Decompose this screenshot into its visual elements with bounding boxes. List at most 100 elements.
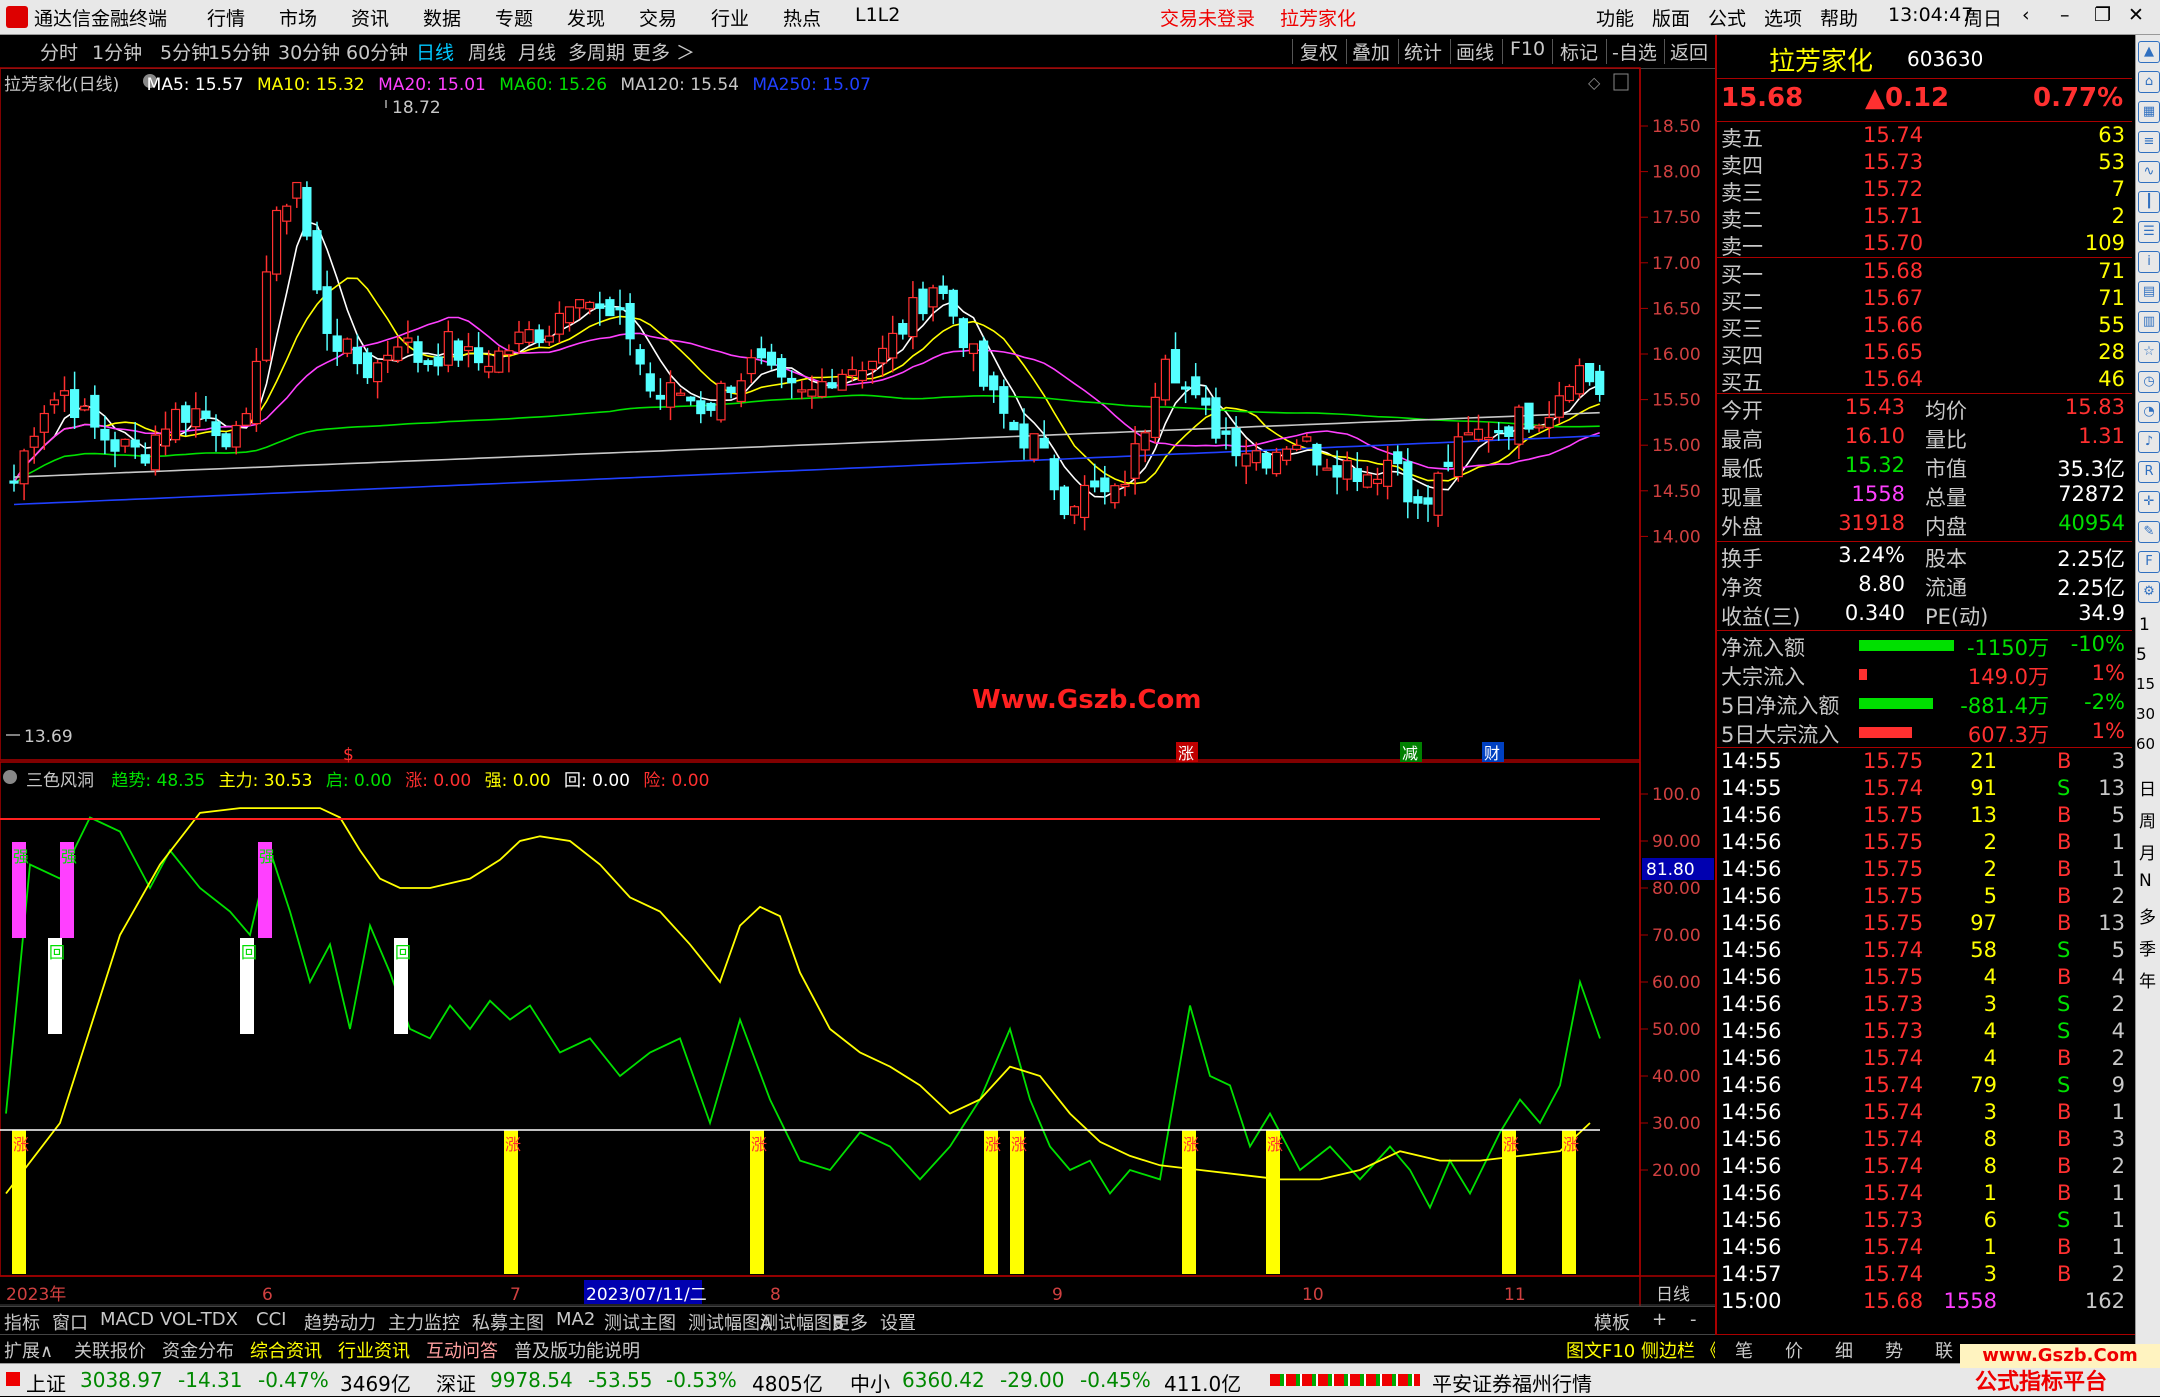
doc-icon[interactable]: ≡ [2138,131,2160,153]
quote-tab[interactable]: 笔 [1735,1337,1753,1363]
tick-row[interactable]: 14:57 15.74 3 B 2 [1717,1262,2129,1289]
restore-icon[interactable]: ❐ [2094,4,2111,26]
tick-row[interactable]: 14:56 15.74 58 S 5 [1717,938,2129,965]
quote-tab[interactable]: 细 [1835,1337,1853,1363]
tick-row[interactable]: 14:56 15.74 8 B 3 [1717,1127,2129,1154]
tick-row[interactable]: 14:56 15.74 8 B 2 [1717,1154,2129,1181]
info-tab[interactable]: 关联报价 [74,1337,146,1363]
indicator-tab[interactable]: 设置 [880,1309,916,1335]
pen-icon[interactable]: ✎ [2138,521,2160,543]
f10-sidebar-toggle[interactable]: 图文F10 侧边栏 《 [1566,1337,1719,1363]
tick-row[interactable]: 14:56 15.75 13 B 5 [1717,803,2129,830]
marker-cai[interactable]: 财 [1484,744,1500,763]
info-tab[interactable]: 互动问答 [426,1337,498,1363]
add-pane-button[interactable]: + [1652,1309,1667,1330]
tick-row[interactable]: 14:55 15.74 91 S 13 [1717,776,2129,803]
info-tab[interactable]: 行业资讯 [338,1337,410,1363]
close-icon[interactable]: ✕ [2128,4,2144,26]
up-arrow-icon[interactable]: ▲ [2138,41,2160,63]
info-tab[interactable]: 综合资讯 [250,1337,322,1363]
period-60[interactable]: 60 [2136,735,2155,753]
candle-body [827,382,837,389]
period-ri[interactable]: 日 [2139,775,2156,800]
tick-row[interactable]: 15:00 15.68 1558 162 [1717,1289,2129,1316]
quote-tab[interactable]: 价 [1785,1337,1803,1363]
marker-dollar[interactable]: $ [343,745,354,765]
tick-row[interactable]: 14:56 15.74 4 B 2 [1717,1046,2129,1073]
tick-row[interactable]: 14:56 15.75 5 B 2 [1717,884,2129,911]
home-icon[interactable]: ⌂ [2138,71,2160,93]
fs-icon[interactable]: F [2138,551,2160,573]
candles-icon[interactable]: ┃ [2138,191,2160,213]
indicator-tab[interactable]: 主力监控 [388,1309,460,1335]
bell-icon[interactable]: ♪ [2138,431,2160,453]
settings-icon[interactable]: ⚙ [2138,581,2160,603]
period-15[interactable]: 15 [2136,675,2155,693]
star-icon[interactable]: ☆ [2138,341,2160,363]
period-5[interactable]: 5 [2136,645,2147,665]
bar-icon[interactable]: ▥ [2138,311,2160,333]
rsi-icon[interactable]: R [2138,461,2160,483]
remove-pane-button[interactable]: - [1690,1309,1697,1330]
quote-tab[interactable]: 联 [1935,1337,1953,1363]
period-1[interactable]: 1 [2139,615,2150,635]
tick-row[interactable]: 14:56 15.73 3 S 2 [1717,992,2129,1019]
sh-name[interactable]: 上证 [26,1368,66,1397]
info-tab[interactable]: 普及版功能说明 [514,1337,640,1363]
indicator-tab[interactable]: MACD [100,1309,154,1330]
period-30[interactable]: 30 [2136,705,2155,723]
tick-row[interactable]: 14:56 15.75 97 B 13 [1717,911,2129,938]
period-zhou[interactable]: 周 [2139,807,2156,832]
tick-row[interactable]: 14:55 15.75 21 B 3 [1717,749,2129,776]
clock-icon[interactable]: ◷ [2138,371,2160,393]
minimize-icon[interactable]: – [2060,4,2070,26]
period-n[interactable]: N [2139,871,2152,891]
indicator-tab[interactable]: 更多 [832,1309,868,1335]
indicator-tab[interactable]: VOL-TDX [160,1309,238,1330]
marker-jian[interactable]: 减 [1402,744,1418,763]
indicator-tab[interactable]: CCI [256,1309,286,1330]
tick-row[interactable]: 14:56 15.74 1 B 1 [1717,1235,2129,1262]
quote-tab[interactable]: 势 [1885,1337,1903,1363]
tick-row[interactable]: 14:56 15.74 1 B 1 [1717,1181,2129,1208]
period-nian[interactable]: 年 [2139,967,2156,992]
indicator-name[interactable]: 三色风洞 [26,771,94,791]
menu-xuanxiang[interactable]: 选项 [1764,4,1802,31]
table-icon[interactable]: ▤ [2138,281,2160,303]
tick-row[interactable]: 14:56 15.75 4 B 4 [1717,965,2129,992]
period-ji[interactable]: 季 [2139,935,2156,960]
indicator-menu-icon[interactable] [3,770,17,784]
cross-icon[interactable]: ✛ [2138,491,2160,513]
grid-icon[interactable]: ▦ [2138,101,2160,123]
zx-name[interactable]: 中小 [850,1368,890,1397]
marker-zhang[interactable]: 涨 [1178,744,1194,763]
tick-row[interactable]: 14:56 15.74 79 S 9 [1717,1073,2129,1100]
indicator-tab[interactable]: 窗口 [52,1309,88,1335]
kline-chart[interactable]: 强强强回回回涨涨涨涨涨涨涨涨涨 18.5018.0017.5017.0016.5… [0,0,1715,1306]
chart-line-icon[interactable]: ∿ [2138,161,2160,183]
back-icon[interactable]: ‹ [2022,4,2030,26]
tick-row[interactable]: 14:56 15.73 4 S 4 [1717,1019,2129,1046]
info-tab[interactable]: 资金分布 [162,1337,234,1363]
info-tab[interactable]: 扩展∧ [4,1337,53,1363]
sz-name[interactable]: 深证 [436,1368,476,1397]
indicator-tab[interactable]: 指标 [4,1309,40,1335]
pie-icon[interactable]: ◔ [2138,401,2160,423]
indicator-tab[interactable]: 私募主图 [472,1309,544,1335]
indicator-tab[interactable]: 测试主图 [604,1309,676,1335]
menu-bangzhu[interactable]: 帮助 [1820,4,1858,31]
ma20-label: MA20: 15.01 [378,75,486,95]
indicator-tab[interactable]: 趋势动力 [304,1309,376,1335]
pane-expand-icon[interactable] [1613,73,1629,91]
list-icon[interactable]: ☰ [2138,221,2160,243]
tick-row[interactable]: 14:56 15.75 2 B 1 [1717,830,2129,857]
tick-row[interactable]: 14:56 15.74 3 B 1 [1717,1100,2129,1127]
info-icon[interactable]: i [2138,251,2160,273]
tick-row[interactable]: 14:56 15.73 6 S 1 [1717,1208,2129,1235]
pane-diamond-icon[interactable]: ◇ [1588,73,1601,92]
indicator-tab[interactable]: MA2 [556,1309,595,1330]
template-button[interactable]: 模板 [1594,1309,1630,1335]
period-yue[interactable]: 月 [2139,839,2156,864]
period-duo[interactable]: 多 [2139,903,2156,928]
tick-row[interactable]: 14:56 15.75 2 B 1 [1717,857,2129,884]
